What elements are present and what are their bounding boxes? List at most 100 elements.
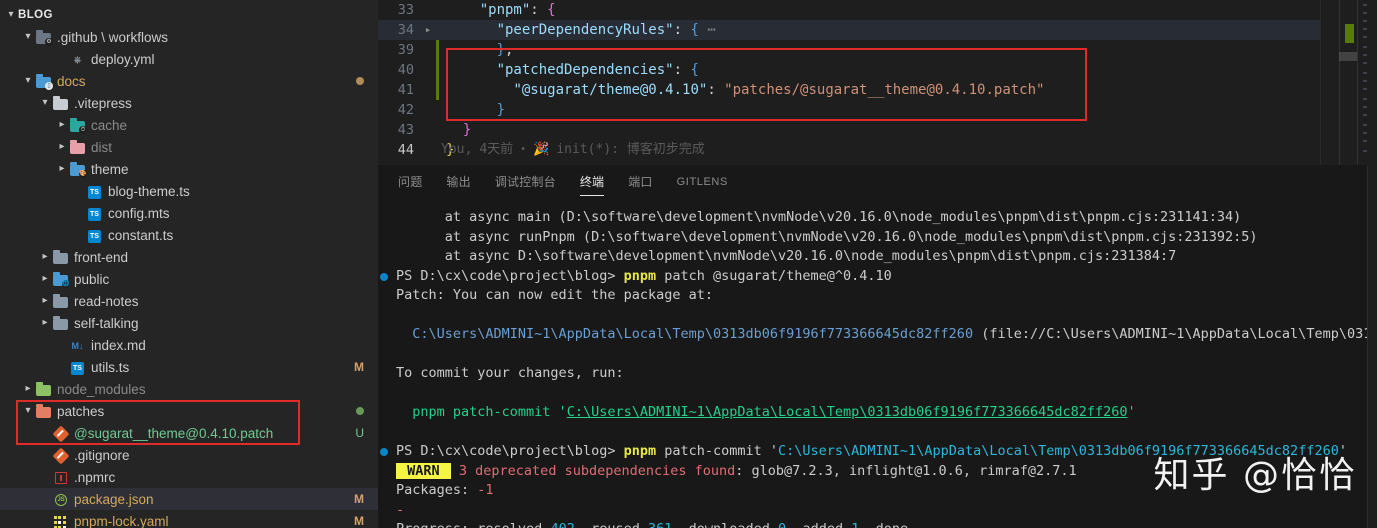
blame-author: You, — [441, 142, 473, 157]
sidebar-item-github-workflows[interactable]: ▾ ⚙ .github \ workflows — [0, 26, 378, 48]
fold-placeholder — [420, 60, 436, 80]
chevron-right-icon[interactable]: ▸ — [21, 384, 35, 394]
line-number: 39 — [397, 42, 414, 58]
terminal-token: , reused — [575, 521, 648, 528]
line-number: 42 — [397, 102, 414, 118]
chevron-right-icon[interactable]: ▸ — [55, 120, 69, 130]
sidebar-item-front-end[interactable]: ▸ front-end — [0, 246, 378, 268]
sidebar-item-self-talking[interactable]: ▸ self-talking — [0, 312, 378, 334]
tree-item-label: .vitepress — [74, 95, 132, 111]
sidebar-item-node-modules[interactable]: ▸ node_modules — [0, 378, 378, 400]
sidebar-item-vitepress[interactable]: ▾ .vitepress — [0, 92, 378, 114]
sidebar-item-pnpm-lock-yaml[interactable]: pnpm-lock.yaml M — [0, 510, 378, 528]
chevron-down-icon[interactable]: ▾ — [38, 98, 52, 108]
code-line[interactable]: 42 } — [378, 100, 1377, 120]
file-tree[interactable]: ▾ BLOG ▾ ⚙ .github \ workflows ⎈ deploy.yml ▾ ▯ d… — [0, 4, 378, 528]
terminal-line: C:\Users\ADMINI~1\AppData\Local\Temp\031… — [396, 325, 1377, 345]
code-line[interactable]: 41 "@sugarat/theme@0.4.10": "patches/@su… — [378, 80, 1377, 100]
chevron-down-icon[interactable]: ▾ — [21, 406, 35, 416]
tree-item-label: self-talking — [74, 315, 139, 331]
chevron-down-icon[interactable]: ▾ — [21, 76, 35, 86]
sidebar-item-patches[interactable]: ▾ patches — [0, 400, 378, 422]
code-token: : — [530, 2, 548, 18]
terminal-output[interactable]: at async main (D:\software\development\n… — [378, 200, 1377, 528]
sidebar-item-public[interactable]: ▸ 🌐 public — [0, 268, 378, 290]
tab-terminal[interactable]: 终端 — [579, 165, 605, 200]
sidebar-item-blog[interactable]: ▾ BLOG — [0, 4, 378, 26]
chevron-right-icon[interactable]: ▸ — [55, 164, 69, 174]
code-text: "patchedDependencies": { — [436, 60, 699, 80]
prompt-status-dot — [380, 448, 388, 456]
chevron-right-icon[interactable]: ▸ — [38, 252, 52, 262]
tab-problems[interactable]: 问题 — [398, 165, 422, 200]
code-line[interactable]: 34 ▸ "peerDependencyRules": { ⋯ — [378, 20, 1377, 40]
explorer-sidebar[interactable]: ▾ BLOG ▾ ⚙ .github \ workflows ⎈ deploy.yml ▾ ▯ d… — [0, 0, 378, 528]
npm-icon — [52, 470, 69, 485]
sidebar-item-docs[interactable]: ▾ ▯ docs — [0, 70, 378, 92]
terminal-token: pnpm — [623, 443, 657, 459]
terminal-line: at async main (D:\software\development\n… — [396, 208, 1377, 228]
sidebar-item-dist[interactable]: ▸ dist — [0, 136, 378, 158]
terminal-token: Packages: — [396, 482, 478, 498]
json-icon: JS — [52, 492, 69, 507]
sidebar-item-constant-ts[interactable]: TS constant.ts — [0, 224, 378, 246]
terminal-line: at async runPnpm (D:\software\developmen… — [396, 228, 1377, 248]
code-content[interactable]: 33 "pnpm": {34 ▸ "peerDependencyRules": {… — [378, 0, 1377, 160]
panel-tab-bar[interactable]: 问题 输出 调试控制台 终端 端口 GITLENS — [378, 165, 1377, 200]
tab-gitlens[interactable]: GITLENS — [677, 165, 728, 200]
terminal-line: PS D:\cx\code\project\blog> pnpm patch @… — [380, 267, 1377, 287]
sidebar-item-blog-theme-ts[interactable]: TS blog-theme.ts — [0, 180, 378, 202]
code-line[interactable]: 33 "pnpm": { — [378, 0, 1377, 20]
fold-placeholder — [420, 80, 436, 100]
tab-ports[interactable]: 端口 — [628, 165, 652, 200]
chevron-right-icon[interactable]: ▸ — [420, 20, 436, 40]
bottom-panel[interactable]: 问题 输出 调试控制台 终端 端口 GITLENS at async main (D:\s… — [378, 165, 1377, 528]
tree-item-label: @sugarat__theme@0.4.10.patch — [74, 425, 274, 441]
chevron-down-icon[interactable]: ▾ — [4, 10, 18, 20]
chevron-right-icon[interactable]: ▸ — [38, 318, 52, 328]
blame-time: 4天前 — [479, 142, 514, 157]
code-line[interactable]: 43 } — [378, 120, 1377, 140]
code-editor[interactable]: 33 "pnpm": {34 ▸ "peerDependencyRules": {… — [378, 0, 1377, 165]
sidebar-item-theme[interactable]: ▸ 🎨 theme — [0, 158, 378, 180]
panel-scrollbar[interactable] — [1367, 166, 1368, 528]
code-line[interactable]: 39 }, — [378, 40, 1377, 60]
sidebar-item-read-notes[interactable]: ▸ read-notes — [0, 290, 378, 312]
minimap-slider[interactable] — [1339, 52, 1357, 61]
yaml-icon — [52, 514, 69, 528]
code-text: "pnpm": { — [436, 0, 556, 20]
sidebar-item-sugarat-theme-patch[interactable]: @sugarat__theme@0.4.10.patch U — [0, 422, 378, 444]
tab-output[interactable]: 输出 — [446, 165, 470, 200]
terminal-token: Progress: resolved — [396, 521, 550, 528]
code-text: "peerDependencyRules": { ⋯ — [436, 20, 716, 40]
chevron-right-icon[interactable]: ▸ — [55, 142, 69, 152]
sidebar-item-utils-ts[interactable]: TS utils.ts M — [0, 356, 378, 378]
folder-grey-icon — [52, 315, 69, 331]
chevron-right-icon[interactable]: ▸ — [38, 296, 52, 306]
line-number: 40 — [397, 62, 414, 78]
dist-folder-icon — [69, 139, 86, 155]
git-blame-annotation[interactable]: You, 4天前 • 🎉 init(*): 博客初步完成 — [378, 140, 705, 160]
chevron-down-icon[interactable]: ▾ — [21, 32, 35, 42]
terminal-token: , added — [786, 521, 851, 528]
sidebar-item-cache[interactable]: ▸ ⏱ cache — [0, 114, 378, 136]
terminal-token: C:\Users\ADMINI~1\AppData\Local\Temp\031… — [396, 326, 974, 342]
typescript-icon: TS — [86, 184, 103, 199]
sidebar-item-config-mts[interactable]: TS config.mts — [0, 202, 378, 224]
terminal-line: Patch: You can now edit the package at: — [396, 286, 1377, 306]
workflow-folder-icon: ⚙ — [35, 29, 53, 46]
tree-item-label: front-end — [74, 249, 129, 265]
code-line[interactable]: 40 "patchedDependencies": { — [378, 60, 1377, 80]
sidebar-item-npmrc[interactable]: .npmrc — [0, 466, 378, 488]
fold-placeholder — [420, 120, 436, 140]
sidebar-item-gitignore[interactable]: .gitignore — [0, 444, 378, 466]
sidebar-item-deploy-yml[interactable]: ⎈ deploy.yml — [0, 48, 378, 70]
sidebar-item-index-md[interactable]: M↓ index.md — [0, 334, 378, 356]
tab-debug-console[interactable]: 调试控制台 — [495, 165, 556, 200]
code-text: "@sugarat/theme@0.4.10": "patches/@sugar… — [436, 80, 1044, 100]
chevron-right-icon[interactable]: ▸ — [38, 274, 52, 284]
sidebar-item-package-json[interactable]: JS package.json M — [0, 488, 378, 510]
